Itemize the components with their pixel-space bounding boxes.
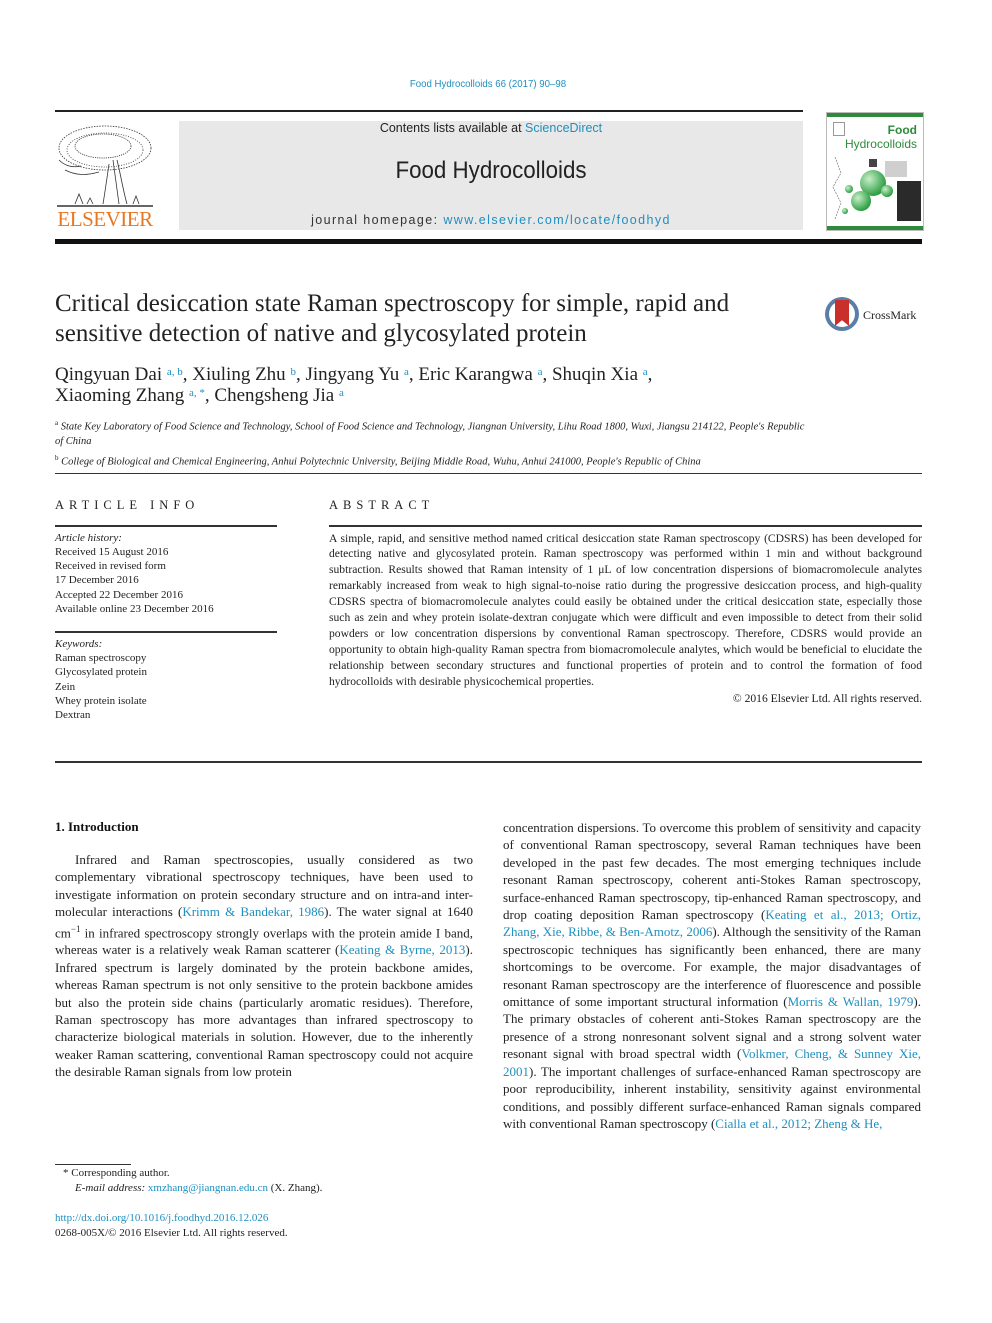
intro-paragraph: Infrared and Raman spectroscopies, usual… (55, 852, 473, 1080)
author-name[interactable]: Shuqin Xia (552, 364, 638, 385)
affiliation-key: b (55, 453, 59, 462)
keyword: Raman spectroscopy (55, 652, 147, 665)
crossmark-badge[interactable]: CrossMark (825, 296, 925, 336)
header-rule (55, 110, 803, 112)
citation-link[interactable]: Morris & Wallan, 1979 (788, 994, 914, 1009)
front-matter-rule (55, 761, 922, 763)
abstract-copyright: © 2016 Elsevier Ltd. All rights reserved… (732, 691, 922, 705)
journal-cover[interactable]: Food Hydrocolloids (826, 112, 924, 231)
cover-top-bar (827, 113, 923, 117)
author-separator: , (647, 364, 653, 385)
crossmark-label: CrossMark (863, 308, 917, 322)
keywords: Keywords: Raman spectroscopy Glycosylate… (55, 637, 277, 723)
article-info: ARTICLE INFO Article history: Received 1… (55, 498, 277, 723)
email-link[interactable]: xmzhang@jiangnan.edu.cn (148, 1182, 268, 1194)
intro-paragraph-continued: concentration dispersions. To overcome t… (503, 820, 922, 1131)
abstract-text: A simple, rapid, and sensitive method na… (329, 531, 922, 688)
affiliation-key: a (55, 419, 59, 427)
article-history-label: Article history: (55, 531, 122, 544)
email-line: E-mail address: xmzhang@jiangnan.edu.cn … (55, 1181, 475, 1196)
author-name[interactable]: Eric Karangwa (418, 364, 532, 385)
body-column-right: concentration dispersions. To overcome t… (503, 819, 921, 1132)
author-separator: , (182, 364, 193, 385)
history-item: 17 December 2016 (55, 574, 139, 587)
elsevier-wordmark: ELSEVIER (57, 207, 153, 231)
body-column-left: 1. Introduction Infrared and Raman spect… (55, 819, 473, 1081)
author-separator: , (408, 364, 419, 385)
journal-name[interactable]: Food Hydrocolloids (201, 157, 781, 185)
contents-line: Contents lists available at ScienceDirec… (179, 121, 803, 135)
corresponding-author-note: * Corresponding author. (63, 1167, 170, 1179)
affiliation-b: b College of Biological and Chemical Eng… (55, 451, 815, 470)
keyword: Dextran (55, 709, 91, 722)
doi-link[interactable]: http://dx.doi.org/10.1016/j.foodhyd.2016… (55, 1212, 268, 1224)
keywords-rule (55, 631, 277, 633)
elsevier-logo[interactable]: ELSEVIER (55, 120, 155, 232)
history-item: Accepted 22 December 2016 (55, 588, 183, 601)
citation-link[interactable]: Cialla et al., 2012; Zheng & He, (715, 1116, 882, 1131)
cover-title-line2: Hydrocolloids (844, 137, 917, 151)
author-name[interactable]: Xiuling Zhu (192, 364, 285, 385)
author-affiliation-marker[interactable]: a (404, 366, 409, 378)
homepage-link[interactable]: www.elsevier.com/locate/foodhyd (443, 213, 671, 227)
author-separator: , (204, 385, 215, 406)
affiliation-text: College of Biological and Chemical Engin… (61, 456, 701, 467)
contents-prefix: Contents lists available at (379, 121, 526, 135)
running-head[interactable]: Food Hydrocolloids 66 (2017) 90–98 (39, 78, 937, 90)
affiliations-rule (55, 473, 922, 474)
section-heading-introduction: 1. Introduction (55, 819, 139, 834)
issn-line: 0268-005X/© 2016 Elsevier Ltd. All right… (55, 1227, 288, 1239)
doi-block: http://dx.doi.org/10.1016/j.foodhyd.2016… (55, 1211, 475, 1241)
author-name[interactable]: Chengsheng Jia (214, 385, 334, 406)
abstract-section: ABSTRACT A simple, rapid, and sensitive … (329, 498, 922, 705)
author-affiliation-marker[interactable]: a (538, 366, 543, 378)
affiliation-a: a State Key Laboratory of Food Science a… (55, 416, 815, 449)
author-affiliation-marker[interactable]: a (643, 366, 648, 378)
author-name[interactable]: Qingyuan Dai (55, 364, 162, 385)
elsevier-tree-icon (57, 125, 153, 207)
keyword: Zein (55, 680, 76, 693)
author-affiliation-marker[interactable]: a (339, 387, 344, 399)
history-item: Received 15 August 2016 (55, 545, 169, 558)
homepage-prefix: journal homepage: (311, 213, 444, 227)
author-separator: , (295, 364, 306, 385)
article-history: Article history: Received 15 August 2016… (55, 531, 277, 617)
author-name[interactable]: Jingyang Yu (305, 364, 399, 385)
affiliation-text: State Key Laboratory of Food Science and… (55, 421, 805, 447)
affiliations: a State Key Laboratory of Food Science a… (55, 416, 815, 469)
crossmark-icon (825, 297, 859, 331)
history-item: Received in revised form (55, 560, 166, 573)
footnote-rule (55, 1164, 131, 1165)
cover-molecule-art-icon (832, 156, 921, 221)
author-affiliation-marker[interactable]: b (290, 366, 296, 378)
masthead-thick-rule (55, 239, 922, 244)
sciencedirect-link[interactable]: ScienceDirect (525, 121, 602, 135)
history-item: Available online 23 December 2016 (55, 602, 214, 615)
corresponding-author-footnote: * Corresponding author. E-mail address: … (55, 1166, 475, 1196)
cover-bottom-bar (827, 226, 923, 230)
keywords-label: Keywords: (55, 637, 103, 650)
citation-link[interactable]: Keating & Byrne, 2013 (339, 942, 465, 957)
article-info-heading: ARTICLE INFO (55, 498, 200, 512)
abstract-heading: ABSTRACT (329, 498, 435, 512)
citation-link[interactable]: Krimm & Bandekar, 1986 (182, 904, 324, 919)
cover-title: Food Hydrocolloids (845, 123, 917, 151)
email-label: E-mail address: (75, 1182, 148, 1194)
author-list: Qingyuan Dai a, b, Xiuling Zhu b, Jingya… (55, 364, 925, 406)
keyword: Whey protein isolate (55, 694, 147, 707)
cover-publisher-mark (833, 122, 845, 136)
article-info-rule (55, 525, 277, 527)
article-title: Critical desiccation state Raman spectro… (55, 290, 730, 347)
email-suffix: (X. Zhang). (268, 1182, 323, 1194)
abstract-rule (329, 525, 922, 527)
keyword: Glycosylated protein (55, 666, 147, 679)
cover-title-line1: Food (887, 123, 917, 137)
author-separator: , (542, 364, 552, 385)
author-affiliation-marker[interactable]: a, * (189, 387, 205, 399)
author-affiliation-marker[interactable]: a, b (167, 366, 183, 378)
homepage-line: journal homepage: www.elsevier.com/locat… (179, 213, 803, 227)
author-name[interactable]: Xiaoming Zhang (55, 385, 184, 406)
journal-banner: Contents lists available at ScienceDirec… (179, 121, 803, 230)
